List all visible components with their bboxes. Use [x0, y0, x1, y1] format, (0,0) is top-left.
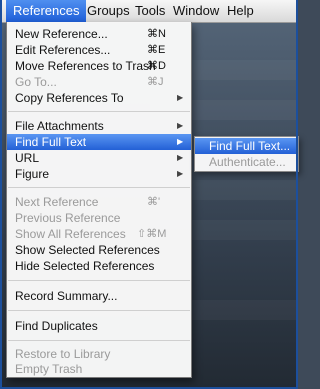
menu-item-show-selected-references[interactable]: Show Selected References — [7, 242, 191, 258]
menu-item-label: File Attachments — [15, 119, 104, 133]
menubar-references[interactable]: References — [6, 0, 87, 22]
menu-item-label: Figure — [15, 167, 50, 181]
shortcut-label: ⇧⌘M — [137, 228, 167, 240]
menu-item-file-attachments[interactable]: File Attachments ▶ — [7, 118, 191, 134]
menu-item-find-duplicates[interactable]: Find Duplicates — [7, 318, 191, 334]
menubar-window[interactable]: Window — [166, 0, 226, 22]
menu-item-find-full-text[interactable]: Find Full Text ▶ — [7, 134, 191, 150]
shortcut-label: ⌘N — [147, 28, 166, 40]
menu-bar: References Groups Tools Window Help — [0, 0, 298, 23]
menu-item-go-to: Go To... ⌘J — [7, 74, 191, 90]
menu-item-hide-selected-references[interactable]: Hide Selected References — [7, 258, 191, 274]
menu-item-record-summary[interactable]: Record Summary... — [7, 288, 191, 304]
menu-item-label: Hide Selected References — [15, 259, 155, 273]
submenu-arrow-icon: ▶ — [177, 93, 184, 102]
submenu-arrow-icon: ▶ — [177, 153, 184, 162]
menu-item-url[interactable]: URL ▶ — [7, 150, 191, 166]
shortcut-label: ⌘E — [147, 44, 166, 56]
menu-item-previous-reference: Previous Reference — [7, 210, 191, 226]
shortcut-label: ⌘J — [147, 76, 164, 88]
menu-item-label: Copy References To — [15, 91, 124, 105]
submenu-item-authenticate: Authenticate... — [195, 154, 298, 170]
menu-separator — [8, 280, 190, 281]
find-full-text-submenu: Find Full Text... Authenticate... — [194, 136, 299, 172]
menu-item-copy-references-to[interactable]: Copy References To ▶ — [7, 90, 191, 106]
menu-item-label: Restore to Library — [15, 347, 111, 361]
menu-item-new-reference[interactable]: New Reference... ⌘N — [7, 26, 191, 42]
menu-item-label: Edit References... — [15, 43, 111, 57]
menu-item-label: Find Full Text — [15, 135, 87, 149]
menu-separator — [8, 187, 190, 188]
menu-item-empty-trash: Empty Trash — [7, 361, 191, 377]
menu-item-edit-references[interactable]: Edit References... ⌘E — [7, 42, 191, 58]
menu-item-label: Show All References — [15, 227, 126, 241]
submenu-item-find-full-text[interactable]: Find Full Text... — [195, 138, 298, 154]
menu-item-label: Previous Reference — [15, 211, 121, 225]
menu-item-label: Record Summary... — [15, 289, 118, 303]
menu-item-show-all-references: Show All References ⇧⌘M — [7, 226, 191, 242]
menu-item-label: Find Full Text... — [209, 139, 291, 153]
menu-item-label: New Reference... — [15, 27, 108, 41]
menu-item-label: Authenticate... — [209, 155, 286, 169]
menu-separator — [8, 340, 190, 341]
menu-item-restore-to-library: Restore to Library — [7, 346, 191, 362]
menu-item-move-to-trash[interactable]: Move References to Trash ⌘D — [7, 58, 191, 74]
menu-item-label: Go To... — [15, 75, 57, 89]
menu-item-next-reference: Next Reference ⌘' — [7, 194, 191, 210]
menu-item-label: Empty Trash — [15, 362, 83, 376]
submenu-arrow-icon: ▶ — [177, 169, 184, 178]
submenu-arrow-icon: ▶ — [177, 121, 184, 130]
menu-separator — [8, 310, 190, 311]
menu-separator — [8, 111, 190, 112]
menu-item-label: Find Duplicates — [15, 319, 98, 333]
submenu-arrow-icon: ▶ — [177, 137, 184, 146]
menu-item-label: URL — [15, 151, 40, 165]
menu-item-label: Show Selected References — [15, 243, 160, 257]
references-menu: New Reference... ⌘N Edit References... ⌘… — [6, 22, 192, 378]
shortcut-label: ⌘D — [147, 60, 166, 72]
shortcut-label: ⌘' — [147, 196, 161, 208]
menubar-help[interactable]: Help — [220, 0, 261, 22]
menu-item-figure[interactable]: Figure ▶ — [7, 166, 191, 182]
menu-item-label: Next Reference — [15, 195, 99, 209]
menu-item-label: Move References to Trash — [15, 59, 156, 73]
